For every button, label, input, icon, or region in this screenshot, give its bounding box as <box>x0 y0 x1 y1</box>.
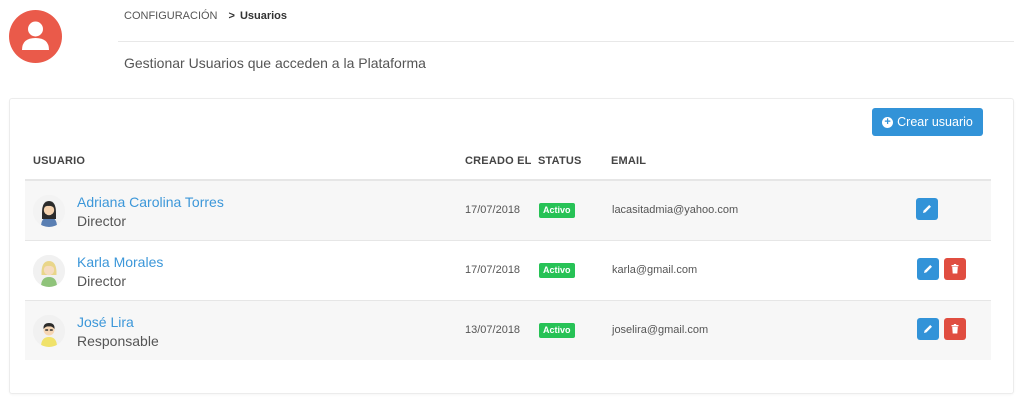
edit-user-button[interactable] <box>917 318 939 340</box>
delete-user-button[interactable] <box>944 318 966 340</box>
status-badge: Activo <box>539 323 575 338</box>
user-role: Responsable <box>77 333 159 349</box>
delete-user-button[interactable] <box>944 258 966 280</box>
user-name-link[interactable]: Karla Morales <box>77 254 163 270</box>
create-user-label: Crear usuario <box>897 115 973 129</box>
breadcrumb-separator: > <box>228 10 235 22</box>
breadcrumb-current: Usuarios <box>239 10 288 22</box>
edit-user-button[interactable] <box>917 258 939 280</box>
breadcrumb-parent[interactable]: CONFIGURACIÓN <box>124 10 218 22</box>
column-header-created: CREADO EL <box>465 155 532 167</box>
pencil-icon <box>924 325 932 333</box>
woman-blonde-avatar-icon <box>33 255 65 287</box>
man-dark-hair-avatar-icon <box>33 315 65 347</box>
user-avatar <box>33 255 65 287</box>
user-role: Director <box>77 213 127 229</box>
created-date: 17/07/2018 <box>465 264 521 276</box>
edit-user-button[interactable] <box>916 198 938 220</box>
column-header-email: EMAIL <box>611 155 647 167</box>
plus-circle-icon: + <box>882 116 894 128</box>
column-header-user: USUARIO <box>33 155 86 167</box>
breadcrumb: CONFIGURACIÓN > Usuarios <box>124 10 287 22</box>
column-header-status: STATUS <box>538 155 582 167</box>
user-name-link[interactable]: Adriana Carolina Torres <box>77 194 224 210</box>
table-row: Adriana Carolina Torres Director 17/07/2… <box>25 181 991 240</box>
user-email: karla@gmail.com <box>612 264 698 276</box>
user-email: lacasitadmia@yahoo.com <box>612 204 739 216</box>
table-row: José Lira Responsable 13/07/2018 Activo … <box>25 301 991 360</box>
user-avatar <box>33 315 65 347</box>
created-date: 17/07/2018 <box>465 204 521 216</box>
profile-avatar[interactable] <box>9 10 62 63</box>
user-avatar <box>33 195 65 227</box>
user-role: Director <box>77 273 127 289</box>
woman-dark-hair-avatar-icon <box>33 195 65 227</box>
pencil-icon <box>923 205 931 213</box>
trash-icon <box>951 324 959 334</box>
pencil-icon <box>924 265 932 273</box>
trash-icon <box>951 264 959 274</box>
table-row: Karla Morales Director 17/07/2018 Activo… <box>25 241 991 300</box>
user-icon <box>22 21 49 50</box>
status-badge: Activo <box>539 263 575 278</box>
user-name-link[interactable]: José Lira <box>77 314 134 330</box>
page-subtitle: Gestionar Usuarios que acceden a la Plat… <box>124 55 426 71</box>
created-date: 13/07/2018 <box>465 324 521 336</box>
header-divider <box>118 41 1014 42</box>
create-user-button[interactable]: + Crear usuario <box>872 108 983 136</box>
user-email: joselira@gmail.com <box>612 324 709 336</box>
status-badge: Activo <box>539 203 575 218</box>
